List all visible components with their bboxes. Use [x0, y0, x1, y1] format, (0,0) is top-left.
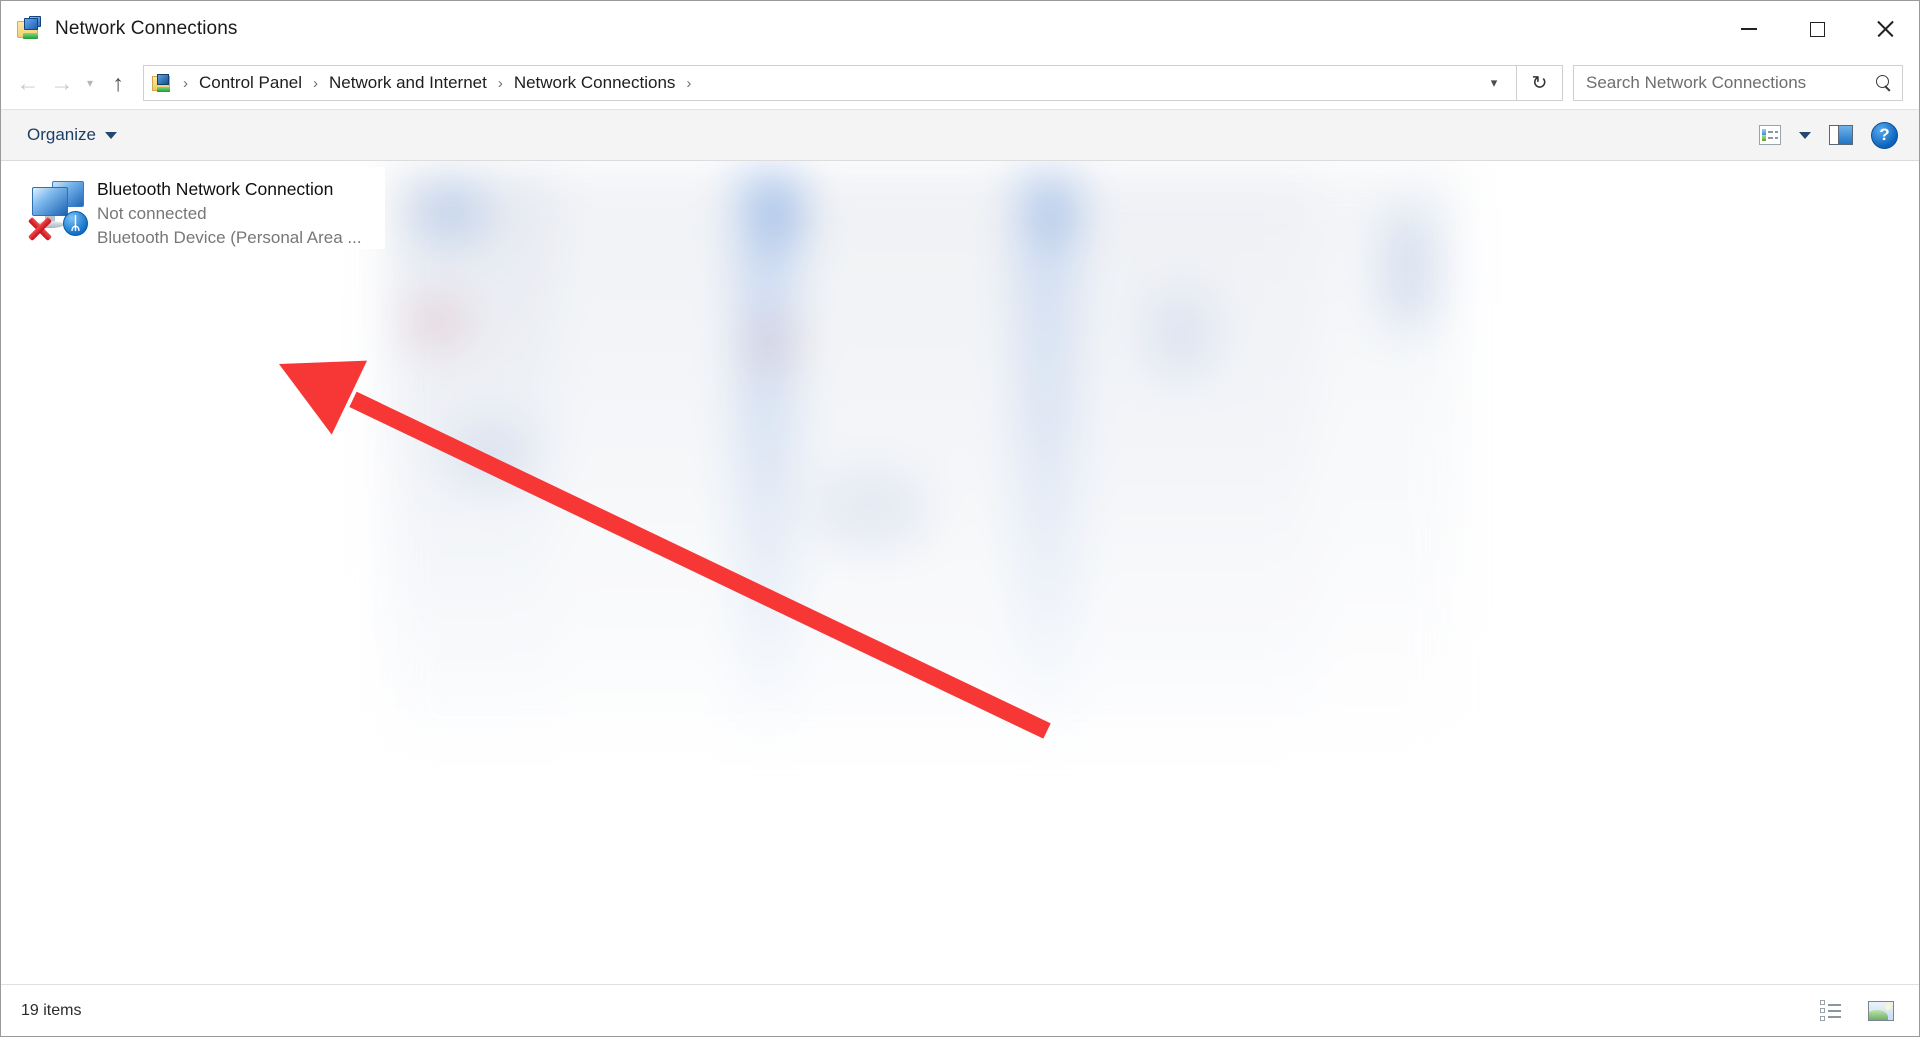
organize-button[interactable]: Organize: [19, 120, 125, 150]
address-dropdown-button[interactable]: ▾: [1472, 66, 1516, 100]
up-button[interactable]: ↑: [101, 66, 135, 100]
connection-status: Not connected: [97, 203, 207, 223]
connection-name: Bluetooth Network Connection: [97, 179, 334, 199]
caret-down-icon: [1799, 131, 1811, 139]
preview-pane-icon: [1829, 125, 1853, 145]
back-arrow-icon: ←: [16, 69, 40, 96]
breadcrumb-separator-0: ›: [183, 74, 188, 92]
command-toolbar: Organize ?: [1, 109, 1919, 161]
refresh-icon: ↻: [1531, 72, 1548, 94]
bluetooth-icon: ᛦ: [63, 211, 88, 236]
network-folder-icon: [17, 16, 43, 42]
maximize-icon: [1809, 21, 1825, 37]
title-bar: Network Connections: [1, 1, 1919, 57]
close-icon: [1876, 20, 1894, 38]
content-area[interactable]: ᛦ Bluetooth Network Connection Not conne…: [1, 161, 1919, 984]
breadcrumb-separator-3: ›: [686, 74, 692, 92]
location-network-folder-icon: [152, 72, 174, 94]
window-controls: [1715, 1, 1919, 57]
view-options-button[interactable]: [1752, 117, 1788, 153]
refresh-button[interactable]: ↻: [1517, 65, 1563, 101]
address-bar: ← → ▾ ↑ › Control Panel › Network and In…: [1, 57, 1919, 109]
minimize-icon: [1741, 28, 1757, 30]
item-count-label: 19 items: [21, 1001, 82, 1019]
connection-device: Bluetooth Device (Personal Area ...: [97, 227, 362, 247]
breadcrumb[interactable]: › Control Panel › Network and Internet ›…: [143, 65, 1517, 101]
help-button[interactable]: ?: [1864, 117, 1905, 153]
chevron-down-icon: ▾: [1490, 75, 1498, 90]
view-mode-group: [1813, 993, 1901, 1029]
recent-locations-button[interactable]: ▾: [79, 66, 101, 100]
organize-label: Organize: [27, 125, 96, 144]
list-item[interactable]: ᛦ Bluetooth Network Connection Not conne…: [15, 167, 385, 249]
up-arrow-icon: ↑: [112, 69, 124, 96]
forward-arrow-icon: →: [50, 69, 74, 96]
details-view-button[interactable]: [1813, 993, 1851, 1029]
toolbar-right-group: ?: [1752, 117, 1905, 153]
view-options-icon: [1759, 125, 1781, 145]
breadcrumb-item-network-connections[interactable]: Network Connections: [508, 69, 682, 97]
close-button[interactable]: [1851, 1, 1919, 57]
breadcrumb-separator-1: ›: [313, 74, 319, 92]
help-icon: ?: [1871, 121, 1898, 149]
window-title: Network Connections: [55, 18, 238, 39]
preview-pane-button[interactable]: [1822, 117, 1860, 153]
large-icons-view-icon: [1868, 1000, 1894, 1021]
file-explorer-window: Network Connections ← → ▾ ↑ › Control Pa…: [0, 0, 1920, 1037]
caret-down-icon: [104, 131, 117, 139]
view-options-dropdown-button[interactable]: [1792, 117, 1818, 153]
search-input[interactable]: [1586, 73, 1870, 93]
forward-button[interactable]: →: [45, 66, 79, 100]
breadcrumb-item-network-and-internet[interactable]: Network and Internet: [323, 69, 493, 97]
maximize-button[interactable]: [1783, 1, 1851, 57]
large-icons-view-button[interactable]: [1861, 993, 1901, 1029]
breadcrumb-item-control-panel[interactable]: Control Panel: [193, 69, 308, 97]
network-adapter-icon: ᛦ: [25, 175, 91, 241]
blurred-connection-list: [386, 169, 1461, 759]
breadcrumb-separator-2: ›: [497, 74, 503, 92]
status-bar: 19 items: [1, 984, 1919, 1036]
red-x-icon: [27, 215, 53, 241]
annotation-arrow: [279, 360, 1051, 739]
back-button[interactable]: ←: [11, 66, 45, 100]
search-icon: [1876, 75, 1892, 91]
minimize-button[interactable]: [1715, 1, 1783, 57]
search-box[interactable]: [1573, 65, 1903, 101]
chevron-down-icon: ▾: [86, 76, 94, 90]
list-item-text: Bluetooth Network Connection Not connect…: [97, 171, 362, 250]
details-view-icon: [1820, 1000, 1844, 1021]
